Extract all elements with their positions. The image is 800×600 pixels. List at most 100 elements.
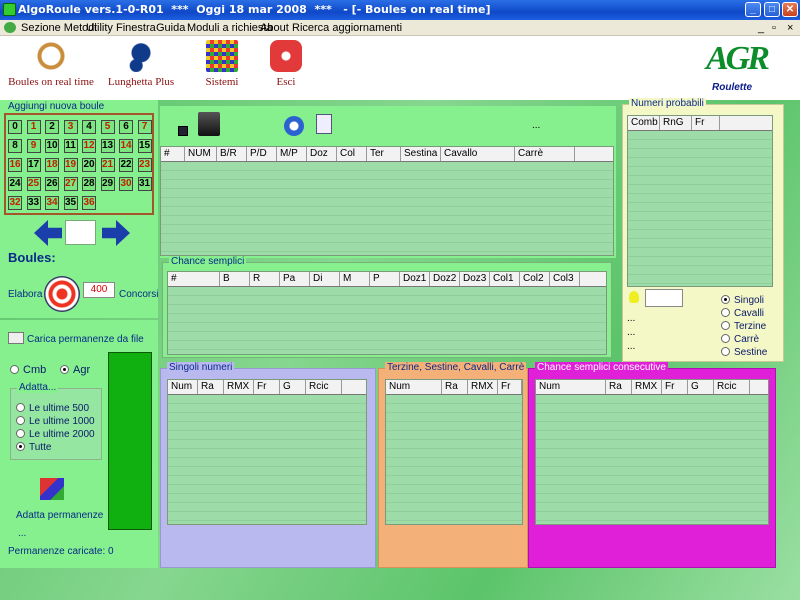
column-header[interactable]: Cavallo [441,147,515,161]
number-button-9[interactable]: 9 [26,139,41,153]
prob-input[interactable] [645,289,683,307]
radio-singoli[interactable]: Singoli [721,295,764,306]
column-header[interactable]: Doz1 [400,272,430,286]
number-button-35[interactable]: 35 [63,196,78,210]
column-header[interactable]: P [370,272,400,286]
column-header[interactable]: M/P [277,147,307,161]
number-button-18[interactable]: 18 [45,158,59,172]
mdi-minimize-icon[interactable]: _ [758,22,764,34]
maximize-icon[interactable]: □ [764,2,780,17]
number-button-28[interactable]: 28 [82,177,96,191]
concorsi-input[interactable]: 400 [83,282,115,298]
number-button-2[interactable]: 2 [45,120,59,134]
target-icon[interactable] [44,276,80,312]
number-button-25[interactable]: 25 [26,177,41,191]
radio-carre[interactable]: Carrè [721,334,759,345]
number-button-36[interactable]: 36 [82,196,96,210]
number-button-5[interactable]: 5 [100,120,115,134]
column-header[interactable]: Fr [254,380,280,394]
column-header[interactable]: Pa [280,272,310,286]
browser-icon[interactable] [284,116,304,136]
number-button-24[interactable]: 24 [8,177,22,191]
number-input[interactable] [65,220,96,245]
save-icon[interactable] [178,126,188,136]
column-header[interactable]: Col2 [520,272,550,286]
number-button-30[interactable]: 30 [119,177,133,191]
number-button-3[interactable]: 3 [63,120,78,134]
column-header[interactable]: Col1 [490,272,520,286]
number-button-29[interactable]: 29 [100,177,115,191]
number-button-27[interactable]: 27 [63,177,78,191]
number-button-0[interactable]: 0 [8,120,22,134]
mdi-restore-icon[interactable]: ▫ [772,22,776,34]
column-header[interactable]: P/D [247,147,277,161]
radio-ultime-2000[interactable]: Le ultime 2000 [16,429,95,440]
menu-finestra[interactable]: Finestra [116,22,156,34]
number-button-11[interactable]: 11 [63,139,78,153]
number-button-22[interactable]: 22 [119,158,133,172]
column-header[interactable]: M [340,272,370,286]
number-button-13[interactable]: 13 [100,139,115,153]
column-header[interactable]: Fr [662,380,688,394]
column-header[interactable]: Rcic [714,380,750,394]
column-header[interactable]: Num [168,380,198,394]
sistemi-button[interactable]: Sistemi [200,40,244,88]
number-button-17[interactable]: 17 [26,158,41,172]
mdi-close-icon[interactable]: × [787,22,793,34]
number-button-7[interactable]: 7 [137,120,152,134]
column-header[interactable]: Num [386,380,442,394]
number-button-8[interactable]: 8 [8,139,22,153]
column-header[interactable]: G [688,380,714,394]
column-header[interactable]: Col3 [550,272,580,286]
column-header[interactable]: Ter [367,147,401,161]
column-header[interactable]: Carrè [515,147,575,161]
number-button-1[interactable]: 1 [26,120,41,134]
column-header[interactable]: Comb [628,116,660,130]
column-header[interactable]: Sestina [401,147,441,161]
column-header[interactable]: G [280,380,306,394]
close-icon[interactable]: ✕ [782,2,798,17]
radio-ultime-1000[interactable]: Le ultime 1000 [16,416,95,427]
boules-real-time-button[interactable]: Boules on real time [4,40,98,88]
column-header[interactable]: Doz [307,147,337,161]
column-header[interactable]: # [161,147,185,161]
column-header[interactable]: R [250,272,280,286]
column-header[interactable]: Ra [606,380,632,394]
minimize-icon[interactable]: _ [745,2,761,17]
number-button-6[interactable]: 6 [119,120,133,134]
number-button-16[interactable]: 16 [8,158,22,172]
adatta-icon[interactable] [40,478,64,500]
adatta-permanenze-button[interactable]: Adatta permanenze [16,510,103,521]
column-header[interactable]: Doz2 [430,272,460,286]
number-button-12[interactable]: 12 [82,139,96,153]
radio-terzine[interactable]: Terzine [721,321,766,332]
column-header[interactable]: Fr [498,380,522,394]
number-button-21[interactable]: 21 [100,158,115,172]
column-header[interactable]: B [220,272,250,286]
column-header[interactable]: Rcic [306,380,342,394]
column-header[interactable]: Col [337,147,367,161]
column-header[interactable]: Di [310,272,340,286]
number-button-31[interactable]: 31 [137,177,152,191]
menu-guida[interactable]: Guida [156,22,185,34]
column-header[interactable]: B/R [217,147,247,161]
number-button-19[interactable]: 19 [63,158,78,172]
radio-cavalli[interactable]: Cavalli [721,308,764,319]
column-header[interactable]: RMX [632,380,662,394]
radio-sestine[interactable]: Sestine [721,347,767,358]
column-header[interactable]: Num [536,380,606,394]
menu-ricerca[interactable]: Ricerca aggiornamenti [292,22,402,34]
column-header[interactable]: Ra [442,380,468,394]
menu-utility[interactable]: Utility [86,22,113,34]
number-button-33[interactable]: 33 [26,196,41,210]
number-button-34[interactable]: 34 [45,196,59,210]
radio-ultime-500[interactable]: Le ultime 500 [16,403,89,414]
radio-cmb[interactable]: Cmb [10,364,46,376]
column-header[interactable]: RMX [468,380,498,394]
database-icon[interactable] [198,112,220,136]
number-button-26[interactable]: 26 [45,177,59,191]
number-button-10[interactable]: 10 [45,139,59,153]
carica-label[interactable]: Carica permanenze da file [27,334,144,345]
number-button-20[interactable]: 20 [82,158,96,172]
number-button-32[interactable]: 32 [8,196,22,210]
